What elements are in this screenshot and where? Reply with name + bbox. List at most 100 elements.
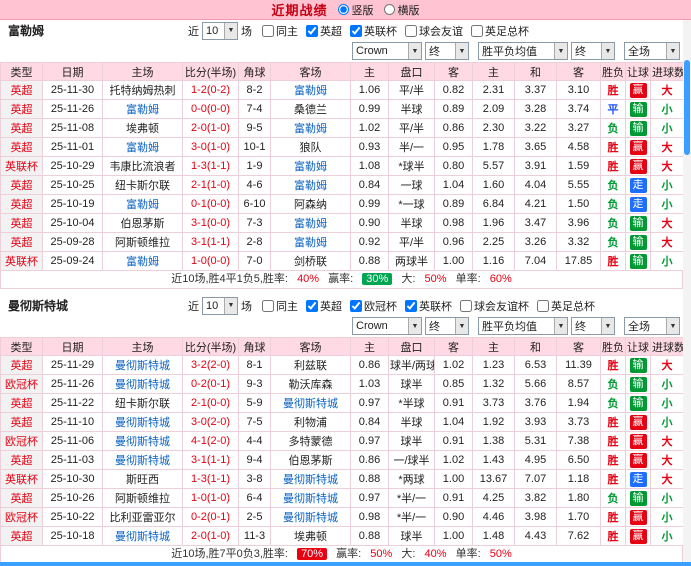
league-filter-checkbox[interactable]: 欧冠杯 — [350, 298, 397, 314]
league-filter-checkbox-input[interactable] — [405, 24, 417, 37]
league-filter-checkbox-input[interactable] — [350, 299, 362, 312]
league-filters: 同主 英超 欧冠杯 英联杯 球会友谊杯 英足总杯 — [262, 298, 595, 314]
corners-cell: 9-3 — [238, 374, 271, 394]
metric-select[interactable]: 胜平负均值 ▼ — [478, 42, 568, 60]
home-team-link[interactable]: 阿斯顿维拉 — [102, 232, 183, 252]
win-odds-cell: 2.30 — [472, 118, 515, 138]
league-filter-checkbox[interactable]: 英超 — [306, 298, 342, 314]
league-filter-checkbox[interactable]: 英联杯 — [405, 298, 452, 314]
summary-stat: 近10场,胜4平1负5,胜率: — [171, 273, 288, 285]
away-team-link[interactable]: 曼彻斯特城 — [270, 393, 351, 413]
away-team-link[interactable]: 利物浦 — [270, 412, 351, 432]
league-filter-checkbox-input[interactable] — [405, 299, 417, 312]
handicap-away-odds-cell: 1.02 — [434, 450, 473, 470]
handicap-away-odds-cell: 0.86 — [434, 118, 473, 138]
league-filter-checkbox-input[interactable] — [460, 299, 472, 312]
home-team-link[interactable]: 曼彻斯特城 — [102, 412, 183, 432]
league-filter-checkbox-input[interactable] — [471, 24, 483, 37]
league-filter-checkbox[interactable]: 英联杯 — [350, 23, 397, 39]
league-filter-checkbox-input[interactable] — [262, 24, 274, 37]
home-team-link[interactable]: 阿斯顿维拉 — [102, 488, 183, 508]
view-mode-radio[interactable] — [383, 4, 395, 15]
handicap-line-cell: 两球半 — [388, 251, 435, 271]
vertical-scrollbar[interactable] — [683, 20, 691, 562]
vertical-scrollbar-thumb[interactable] — [684, 60, 690, 155]
league-filter-checkbox-input[interactable] — [306, 24, 318, 37]
league-filter-checkbox[interactable]: 球会友谊 — [405, 23, 463, 39]
corners-cell: 7-4 — [238, 99, 271, 119]
draw-odds-cell: 3.82 — [514, 488, 557, 508]
away-team-link[interactable]: 伯恩茅斯 — [270, 450, 351, 470]
away-team-link[interactable]: 富勒姆 — [270, 80, 351, 100]
result-badge: 胜 — [607, 436, 619, 448]
home-team-link[interactable]: 曼彻斯特城 — [102, 431, 183, 451]
odds-stage-select[interactable]: 终 ▼ — [425, 42, 469, 60]
bookmaker-select[interactable]: Crown ▼ — [352, 317, 422, 335]
league-filter-checkbox-input[interactable] — [537, 299, 549, 312]
match-scope-select[interactable]: 全场 ▼ — [624, 317, 680, 335]
home-team-link[interactable]: 曼彻斯特城 — [102, 374, 183, 394]
bookmaker-select[interactable]: Crown ▼ — [352, 42, 422, 60]
handicap-away-odds-cell: 0.82 — [434, 80, 473, 100]
odds-stage-select[interactable]: 终 ▼ — [425, 317, 469, 335]
away-team-link[interactable]: 富勒姆 — [270, 232, 351, 252]
metric-select[interactable]: 胜平负均值 ▼ — [478, 317, 568, 335]
metric-stage-select[interactable]: 终 ▼ — [571, 42, 615, 60]
away-team-link[interactable]: 利兹联 — [270, 355, 351, 375]
view-mode-option[interactable]: 横版 — [383, 2, 420, 18]
away-team-link[interactable]: 多特蒙德 — [270, 431, 351, 451]
away-team-link[interactable]: 桑德兰 — [270, 99, 351, 119]
away-team-link[interactable]: 阿森纳 — [270, 194, 351, 214]
metric-stage-select[interactable]: 终 ▼ — [571, 317, 615, 335]
summary-stat: 赢率: — [336, 548, 362, 560]
team-name: 曼彻斯特城 — [8, 299, 69, 313]
league-filter-checkbox[interactable]: 英超 — [306, 23, 342, 39]
home-team-link[interactable]: 比利亚雷亚尔 — [102, 507, 183, 527]
home-team-link[interactable]: 富勒姆 — [102, 99, 183, 119]
away-team-link[interactable]: 富勒姆 — [270, 213, 351, 233]
league-filter-checkbox[interactable]: 球会友谊杯 — [460, 298, 529, 314]
league-filter-checkbox-input[interactable] — [262, 299, 274, 312]
home-team-link[interactable]: 曼彻斯特城 — [102, 450, 183, 470]
home-team-link[interactable]: 托特纳姆热刺 — [102, 80, 183, 100]
match-row: 英超 25-11-29 曼彻斯特城 3-2(2-0) 8-1 利兹联 0.86 … — [0, 355, 684, 375]
away-team-link[interactable]: 剑桥联 — [270, 251, 351, 271]
view-mode-radio[interactable] — [337, 4, 349, 15]
score-cell: 1-0(0-0) — [182, 251, 239, 271]
home-team-link[interactable]: 曼彻斯特城 — [102, 355, 183, 375]
league-filter-checkbox[interactable]: 同主 — [262, 23, 298, 39]
view-mode-option[interactable]: 竖版 — [337, 2, 374, 18]
league-filter-checkbox[interactable]: 同主 — [262, 298, 298, 314]
horizontal-scrollbar-thumb[interactable] — [0, 562, 691, 566]
home-team-link[interactable]: 纽卡斯尔联 — [102, 393, 183, 413]
away-team-link[interactable]: 勒沃库森 — [270, 374, 351, 394]
away-team-link[interactable]: 曼彻斯特城 — [270, 488, 351, 508]
away-team-link[interactable]: 富勒姆 — [270, 175, 351, 195]
home-team-link[interactable]: 埃弗顿 — [102, 118, 183, 138]
match-scope-select[interactable]: 全场 ▼ — [624, 42, 680, 60]
league-filter-checkbox[interactable]: 英足总杯 — [537, 298, 595, 314]
away-team-link[interactable]: 狼队 — [270, 137, 351, 157]
home-team-link[interactable]: 富勒姆 — [102, 251, 183, 271]
home-team-link[interactable]: 纽卡斯尔联 — [102, 175, 183, 195]
league-filter-checkbox-input[interactable] — [350, 24, 362, 37]
recent-count-select[interactable]: 10 ▼ — [202, 296, 238, 315]
away-team-link[interactable]: 富勒姆 — [270, 118, 351, 138]
league-filter-checkbox-input[interactable] — [306, 299, 318, 312]
home-team-link[interactable]: 伯恩茅斯 — [102, 213, 183, 233]
handicap-line-cell: *球半 — [388, 156, 435, 176]
home-team-link[interactable]: 曼彻斯特城 — [102, 526, 183, 546]
away-team-link[interactable]: 埃弗顿 — [270, 526, 351, 546]
away-team-link[interactable]: 曼彻斯特城 — [270, 507, 351, 527]
home-team-link[interactable]: 韦康比流浪者 — [102, 156, 183, 176]
result-cell: 胜 — [600, 469, 626, 489]
away-team-link[interactable]: 富勒姆 — [270, 156, 351, 176]
home-team-link[interactable]: 斯旺西 — [102, 469, 183, 489]
home-team-link[interactable]: 富勒姆 — [102, 137, 183, 157]
league-filter-checkbox[interactable]: 英足总杯 — [471, 23, 529, 39]
goals-badge: 小 — [661, 104, 673, 116]
home-team-link[interactable]: 富勒姆 — [102, 194, 183, 214]
draw-odds-cell: 4.95 — [514, 450, 557, 470]
recent-count-select[interactable]: 10 ▼ — [202, 21, 238, 40]
away-team-link[interactable]: 曼彻斯特城 — [270, 469, 351, 489]
